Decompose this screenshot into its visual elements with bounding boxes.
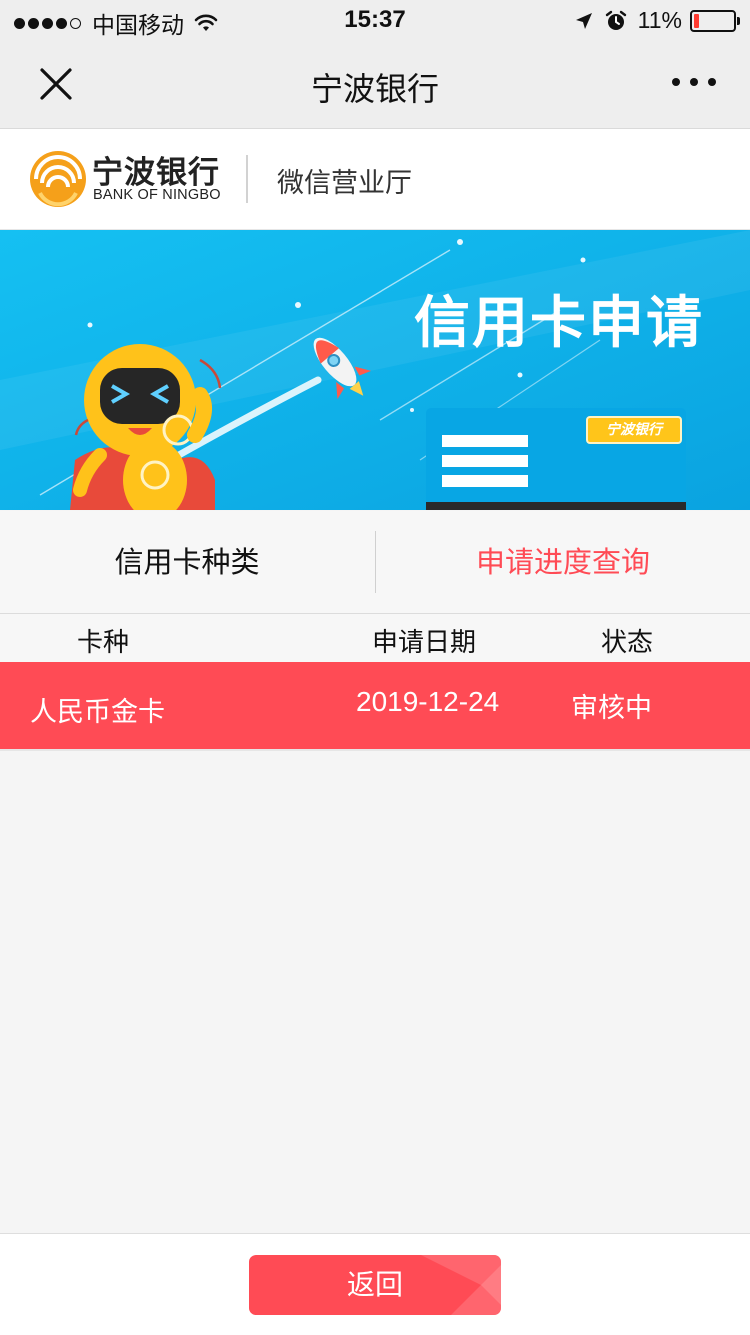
status-bar: 中国移动 15:37 11% xyxy=(0,0,750,40)
brand-header: 宁波银行 BANK OF NINGBO 微信营业厅 xyxy=(0,129,750,230)
tab-progress-query[interactable]: 申请进度查询 xyxy=(376,511,750,613)
nav-bar: 宁波银行 xyxy=(0,40,750,129)
wechat-hall-label: 微信营业厅 xyxy=(277,168,412,199)
bank-name-en: BANK OF NINGBO xyxy=(93,187,221,203)
column-header-date: 申请日期 xyxy=(372,628,477,658)
bank-name: 宁波银行 xyxy=(92,155,220,191)
column-header-status: 状态 xyxy=(601,628,654,658)
table-header: 卡种 申请日期 状态 xyxy=(0,614,750,662)
page-title: 宁波银行 xyxy=(310,70,439,108)
card-brand-label: 宁波银行 xyxy=(586,416,682,444)
location-icon xyxy=(575,12,592,29)
more-icon[interactable] xyxy=(672,74,716,90)
tab-bar: 信用卡种类 申请进度查询 xyxy=(0,511,750,614)
alarm-icon xyxy=(605,10,626,30)
banner: 信用卡申请 宁波银行 xyxy=(0,230,750,510)
banner-title: 信用卡申请 xyxy=(414,291,704,356)
brand-divider xyxy=(246,155,248,203)
footer: 返回 xyxy=(0,1233,750,1335)
back-button[interactable]: 返回 xyxy=(249,1255,501,1315)
battery-percent: 11% xyxy=(637,7,682,33)
table-row[interactable]: 人民币金卡 2019-12-24 审核中 xyxy=(0,662,750,751)
status-right: 11% xyxy=(574,7,740,34)
column-header-card-type: 卡种 xyxy=(77,628,130,658)
cell-date: 2019-12-24 xyxy=(356,686,500,717)
banner-illustration xyxy=(0,230,750,510)
back-button-label: 返回 xyxy=(346,1268,403,1301)
battery-icon xyxy=(690,9,740,32)
cell-status: 审核中 xyxy=(571,693,652,724)
cell-card-type: 人民币金卡 xyxy=(30,697,165,728)
bank-logo-icon xyxy=(30,151,86,207)
tab-card-types[interactable]: 信用卡种类 xyxy=(0,511,374,613)
